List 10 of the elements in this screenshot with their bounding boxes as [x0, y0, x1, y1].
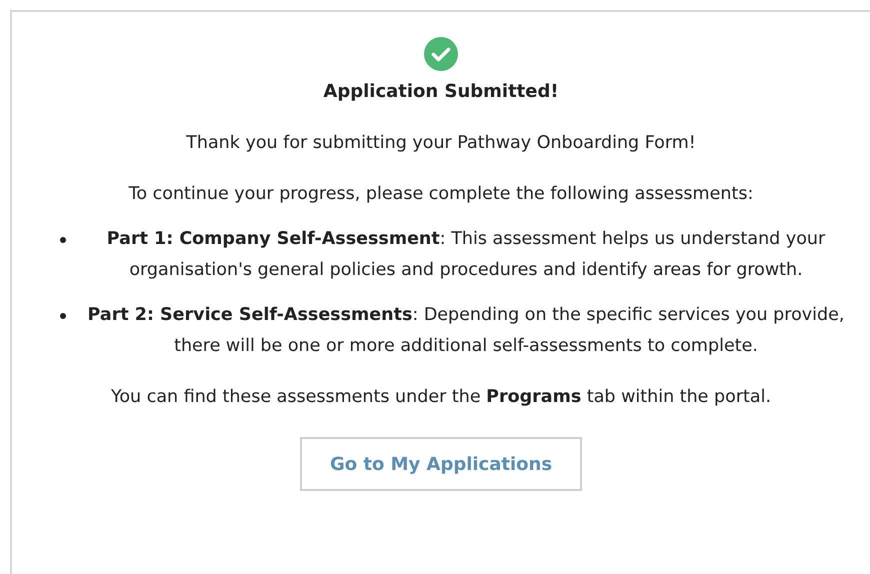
- instruction-text: To continue your progress, please complete the following assessments:: [128, 183, 754, 206]
- programs-note: You can find these assessments under the Programs tab within the portal.: [110, 386, 772, 409]
- thank-you-message: Thank you for submitting your Pathway Onboarding Form!: [186, 132, 696, 155]
- assessment-description: Part 1: Company Self-Assessment: This assessment helps us understand your organisation's general policies and procedures and identify areas for growth.: [106, 228, 826, 282]
- assessment-description: Part 2: Service Self-Assessments: Depending on the specific services you provide, there will be one or more additional self-assessments to complete.: [86, 304, 846, 358]
- bullet-icon: [60, 313, 66, 319]
- success-heading: Application Submitted!: [323, 81, 559, 102]
- bullet-icon: [60, 237, 66, 243]
- check-circle-icon: [424, 37, 458, 71]
- go-to-applications-button[interactable]: Go to My Applications: [300, 437, 582, 491]
